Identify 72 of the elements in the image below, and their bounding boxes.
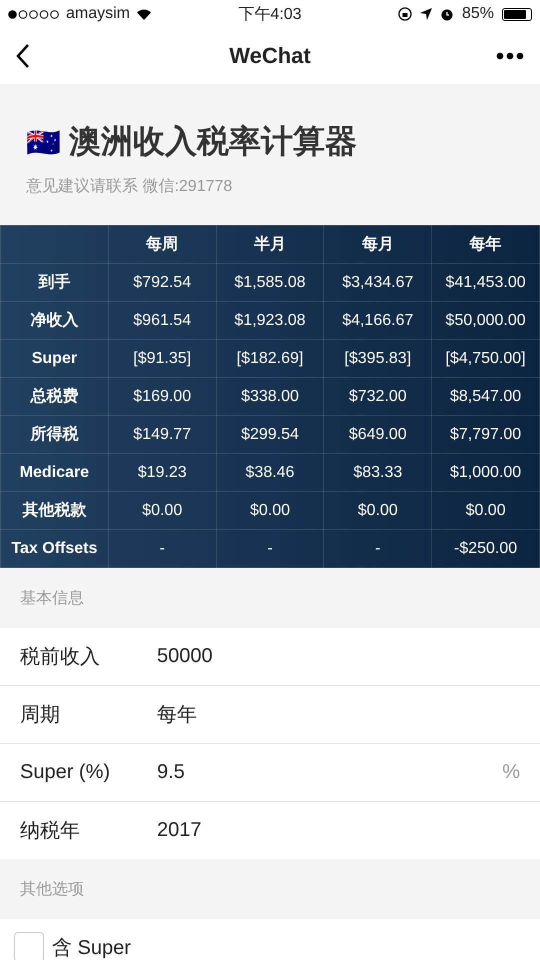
wifi-icon	[136, 8, 152, 20]
table-cell: $8,547.00	[432, 378, 540, 416]
page-title: 澳洲收入税率计算器	[69, 122, 357, 161]
table-cell: $38.46	[216, 454, 324, 492]
input-field[interactable]: 2017	[157, 819, 520, 842]
unit-label: %	[502, 761, 520, 784]
more-icon[interactable]	[496, 52, 524, 60]
signal-icon	[8, 10, 60, 18]
table-cell: $83.33	[324, 454, 432, 492]
table-cell: $3,434.67	[324, 264, 432, 302]
table-cell: -	[216, 530, 324, 568]
table-cell: $1,585.08	[216, 264, 324, 302]
row-header: 所得税	[0, 416, 108, 454]
table-cell: -$250.00	[432, 530, 540, 568]
battery-icon	[502, 8, 532, 20]
column-header: 每年	[432, 226, 540, 264]
table-cell: $50,000.00	[432, 302, 540, 340]
row-header: 到手	[0, 264, 108, 302]
table-cell: $0.00	[108, 492, 216, 530]
section-title: 其他选项	[20, 880, 84, 900]
table-cell: $41,453.00	[432, 264, 540, 302]
nav-title: WeChat	[229, 43, 311, 68]
location-arrow-icon	[420, 8, 432, 20]
rotation-lock-icon	[398, 7, 412, 21]
column-header: 每周	[108, 226, 216, 264]
input-field[interactable]: 每年	[157, 701, 520, 728]
row-header: Medicare	[0, 454, 108, 492]
table-cell: $649.00	[324, 416, 432, 454]
table-cell: $0.00	[324, 492, 432, 530]
field-label: 周期	[20, 703, 61, 728]
table-cell: $7,797.00	[432, 416, 540, 454]
table-cell: $0.00	[432, 492, 540, 530]
alarm-clock-icon	[440, 7, 454, 21]
table-cell: $4,166.67	[324, 302, 432, 340]
table-cell: $1,923.08	[216, 302, 324, 340]
column-header: 半月	[216, 226, 324, 264]
table-cell: $1,000.00	[432, 454, 540, 492]
row-header: 总税费	[0, 378, 108, 416]
clock-time: 下午4:03	[238, 6, 302, 22]
table-cell: -	[324, 530, 432, 568]
checkbox[interactable]	[14, 932, 44, 960]
table-cell: $19.23	[108, 454, 216, 492]
row-header: Super	[0, 340, 108, 378]
table-cell: $732.00	[324, 378, 432, 416]
flag-emoji: 🇦🇺	[26, 126, 61, 158]
back-icon[interactable]	[16, 43, 30, 69]
column-header: 每月	[324, 226, 432, 264]
contact-note: 意见建议请联系 微信:291778	[26, 176, 234, 197]
field-label: Super (%)	[20, 761, 112, 784]
table-cell: $149.77	[108, 416, 216, 454]
table-cell: [$4,750.00]	[432, 340, 540, 378]
row-header: 其他税款	[0, 492, 108, 530]
table-cell: $299.54	[216, 416, 324, 454]
battery-percent: 85%	[462, 5, 494, 23]
field-label: 税前收入	[20, 645, 101, 670]
table-cell: [$91.35]	[108, 340, 216, 378]
option-label: 含 Super	[52, 936, 131, 960]
field-label: 纳税年	[20, 819, 81, 844]
table-cell: $169.00	[108, 378, 216, 416]
table-cell: -	[108, 530, 216, 568]
section-title: 基本信息	[20, 588, 84, 608]
row-header: 净收入	[0, 302, 108, 340]
table-cell: [$182.69]	[216, 340, 324, 378]
input-field[interactable]: 50000	[157, 645, 520, 668]
input-field[interactable]: 9.5	[157, 761, 502, 784]
table-cell: $0.00	[216, 492, 324, 530]
row-header: Tax Offsets	[0, 530, 108, 568]
table-cell: $961.54	[108, 302, 216, 340]
table-cell: $792.54	[108, 264, 216, 302]
carrier-name: amaysim	[66, 5, 130, 23]
table-cell: [$395.83]	[324, 340, 432, 378]
table-cell: $338.00	[216, 378, 324, 416]
